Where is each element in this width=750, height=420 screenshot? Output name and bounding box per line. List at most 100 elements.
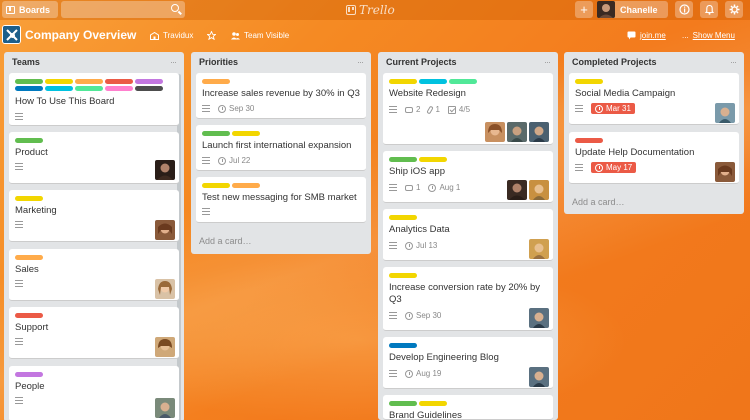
comment-count: 2 xyxy=(416,105,421,114)
card-social-media[interactable]: Social Media Campaign Mar 31 xyxy=(569,73,739,125)
settings-button[interactable] xyxy=(725,1,743,18)
label-yellow xyxy=(575,79,603,84)
due-date: Jul 22 xyxy=(229,156,251,165)
logo-text: Trello xyxy=(359,2,395,17)
member-avatar[interactable] xyxy=(529,367,549,387)
info-button[interactable] xyxy=(675,1,693,18)
description-icon xyxy=(15,397,23,404)
label-orange xyxy=(15,255,43,260)
due-date: Jul 13 xyxy=(416,241,438,250)
due-date: Sep 30 xyxy=(416,311,442,320)
card-launch-international[interactable]: Launch first international expansion Jul… xyxy=(196,125,366,171)
card-increase-sales[interactable]: Increase sales revenue by 30% in Q3 Sep … xyxy=(196,73,366,119)
card-people[interactable]: People xyxy=(9,366,179,420)
label-orange xyxy=(232,183,260,188)
card-badges xyxy=(15,221,23,228)
member-avatar[interactable] xyxy=(529,308,549,328)
member-avatar[interactable] xyxy=(715,103,735,123)
due-date-badge: Aug 19 xyxy=(405,369,441,378)
list-title: Current Projects xyxy=(386,57,457,67)
card-update-help-docs[interactable]: Update Help Documentation May 17 xyxy=(569,132,739,184)
label-lime xyxy=(449,79,477,84)
list-header[interactable]: Teams ··· xyxy=(4,52,184,72)
add-card-button[interactable]: Add a card… xyxy=(199,236,252,246)
team-button[interactable]: Travidux xyxy=(150,31,193,40)
boards-button[interactable]: Boards xyxy=(2,1,58,18)
boards-icon xyxy=(6,5,15,14)
card-members xyxy=(155,220,175,240)
label-sky xyxy=(45,86,73,91)
card-badges xyxy=(15,280,23,287)
comment-icon xyxy=(405,184,413,191)
joinme-powerup[interactable]: join.me xyxy=(627,31,666,40)
search-icon xyxy=(171,4,179,12)
member-avatar[interactable] xyxy=(155,160,175,180)
search-input[interactable] xyxy=(61,1,185,18)
list-header[interactable]: Priorities ··· xyxy=(191,52,371,72)
card-title: Sales xyxy=(15,264,39,275)
card-badges: Sep 30 xyxy=(389,311,441,320)
trello-logo[interactable]: Trello xyxy=(346,1,395,18)
star-button[interactable] xyxy=(207,31,216,40)
add-button[interactable]: + xyxy=(575,1,593,18)
card-ship-ios[interactable]: Ship iOS app 1 Aug 1 xyxy=(383,151,553,203)
card-members xyxy=(155,279,175,299)
card-title: Product xyxy=(15,147,48,158)
card-support[interactable]: Support xyxy=(9,307,179,359)
card-title: Marketing xyxy=(15,205,57,216)
description-icon xyxy=(15,163,23,170)
card-labels xyxy=(15,255,170,260)
joinme-label: join.me xyxy=(640,31,666,40)
list-header[interactable]: Completed Projects ··· xyxy=(564,52,744,72)
list-menu-icon[interactable]: ··· xyxy=(544,57,551,67)
user-menu-button[interactable]: Chanelle xyxy=(597,1,668,18)
card-how-to-use[interactable]: How To Use This Board xyxy=(9,73,179,126)
label-yellow xyxy=(389,273,417,278)
clock-icon xyxy=(595,104,603,113)
card-title: How To Use This Board xyxy=(15,96,115,107)
card-test-messaging[interactable]: Test new messaging for SMB market xyxy=(196,177,366,223)
card-title: Social Media Campaign xyxy=(575,88,676,99)
member-avatar[interactable] xyxy=(529,239,549,259)
label-orange xyxy=(202,79,230,84)
due-date: Mar 31 xyxy=(606,104,631,113)
notifications-button[interactable] xyxy=(700,1,718,18)
member-avatar[interactable] xyxy=(155,337,175,357)
board-avatar-icon[interactable] xyxy=(2,25,21,44)
show-menu-button[interactable]: ... Show Menu xyxy=(682,31,735,40)
member-avatar[interactable] xyxy=(507,180,527,200)
add-card-button[interactable]: Add a card… xyxy=(572,197,625,207)
board-title[interactable]: Company Overview xyxy=(25,28,136,42)
list-menu-icon[interactable]: ··· xyxy=(730,57,737,67)
card-badges: 1 Aug 1 xyxy=(389,183,460,192)
list-menu-icon[interactable]: ··· xyxy=(357,57,364,67)
card-analytics-data[interactable]: Analytics Data Jul 13 xyxy=(383,209,553,261)
member-avatar[interactable] xyxy=(529,122,549,142)
card-sales[interactable]: Sales xyxy=(9,249,179,301)
member-avatar[interactable] xyxy=(155,398,175,418)
member-avatar[interactable] xyxy=(155,279,175,299)
show-menu-label: Show Menu xyxy=(692,31,735,40)
card-engineering-blog[interactable]: Develop Engineering Blog Aug 19 xyxy=(383,337,553,389)
card-product[interactable]: Product xyxy=(9,132,179,184)
list-header[interactable]: Current Projects ··· xyxy=(378,52,558,72)
member-avatar[interactable] xyxy=(529,180,549,200)
card-brand-guidelines[interactable]: Brand Guidelines xyxy=(383,395,553,420)
label-red xyxy=(105,79,133,84)
due-date: Sep 30 xyxy=(229,104,255,113)
member-avatar[interactable] xyxy=(485,122,505,142)
list-teams: Teams ··· How To Use This Board Product xyxy=(4,52,184,420)
label-lime xyxy=(75,86,103,91)
member-avatar[interactable] xyxy=(715,162,735,182)
list-current-projects: Current Projects ··· Website Redesign 2 … xyxy=(378,52,558,420)
member-avatar[interactable] xyxy=(507,122,527,142)
list-menu-icon[interactable]: ··· xyxy=(170,57,177,67)
description-icon xyxy=(15,113,23,120)
card-website-redesign[interactable]: Website Redesign 2 1 4/5 xyxy=(383,73,553,145)
card-increase-conversion[interactable]: Increase conversion rate by 20% by Q3 Se… xyxy=(383,267,553,331)
card-labels xyxy=(15,196,170,201)
checklist-icon xyxy=(447,105,456,114)
card-marketing[interactable]: Marketing xyxy=(9,190,179,242)
visibility-button[interactable]: Team Visible xyxy=(231,31,289,40)
member-avatar[interactable] xyxy=(155,220,175,240)
